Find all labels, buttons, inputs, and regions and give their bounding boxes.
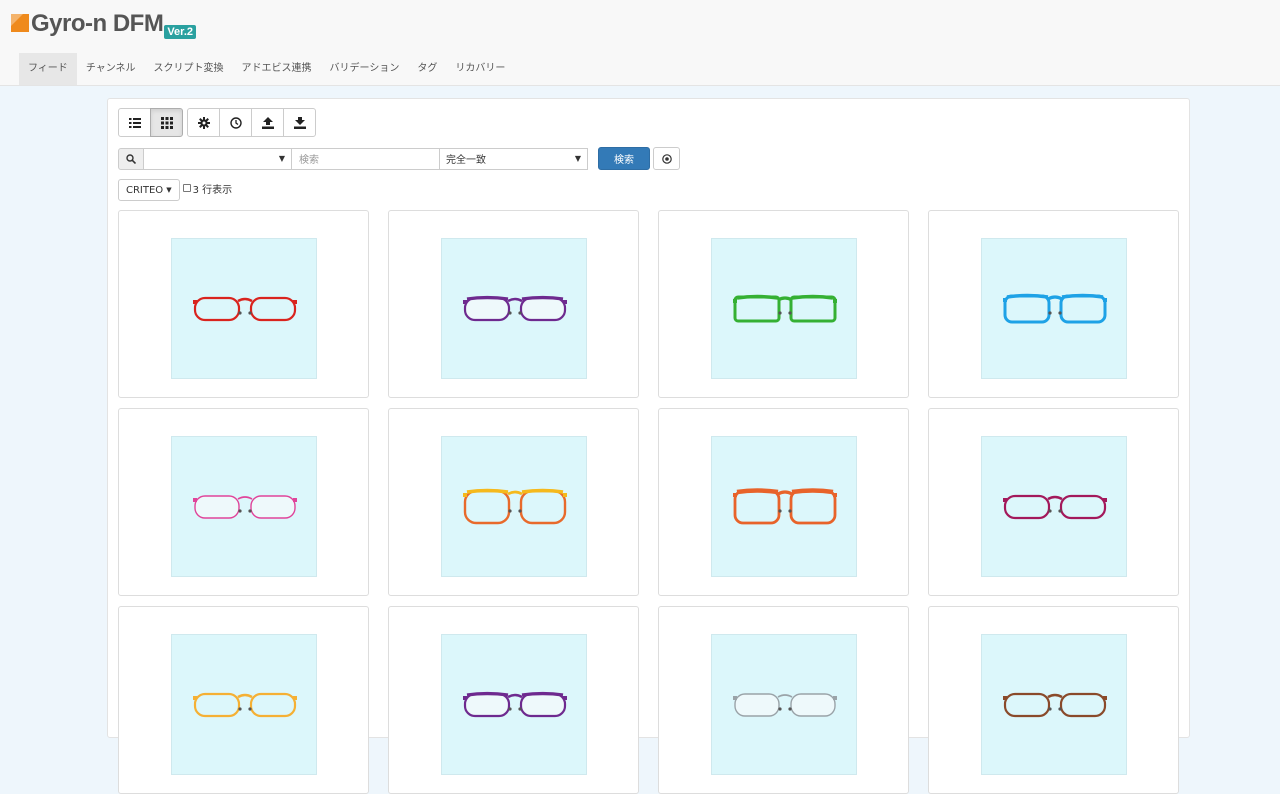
feed-panel: ▼ 検索 完全一致 ▼ 検索 CRITEO ▼ 3 行表示 xyxy=(107,98,1190,794)
grid-view-icon xyxy=(160,116,173,129)
product-image xyxy=(171,238,317,379)
three-line-label: 3 行表示 xyxy=(192,184,233,196)
glasses-icon xyxy=(1003,293,1107,324)
clear-search-button[interactable] xyxy=(653,147,680,170)
nav-tab-feed[interactable]: フィード xyxy=(19,53,77,85)
product-card[interactable] xyxy=(658,408,909,596)
product-card[interactable] xyxy=(658,210,909,398)
download-icon xyxy=(293,116,306,129)
glasses-icon xyxy=(1003,494,1107,520)
gear-icon xyxy=(197,116,210,129)
product-card[interactable] xyxy=(658,606,909,794)
feed-toolbar xyxy=(118,108,320,137)
search-bar: ▼ 検索 完全一致 ▼ 検索 xyxy=(118,147,680,170)
product-image xyxy=(711,634,857,775)
history-button[interactable] xyxy=(219,108,252,137)
settings-button[interactable] xyxy=(187,108,220,137)
caret-down-icon: ▼ xyxy=(166,186,172,194)
product-image xyxy=(981,436,1127,577)
chevron-down-icon: ▼ xyxy=(278,154,285,163)
history-clock-icon xyxy=(229,116,242,129)
glasses-icon xyxy=(1003,692,1107,718)
action-button-group xyxy=(187,108,316,137)
product-image xyxy=(441,436,587,577)
search-input-placeholder: 検索 xyxy=(299,155,319,166)
logo-mark-icon xyxy=(11,14,29,32)
chevron-down-icon: ▼ xyxy=(574,154,581,163)
main-nav: フィード チャンネル スクリプト変換 アドエビス連携 バリデーション タグ リカ… xyxy=(19,53,514,85)
search-field-select[interactable]: ▼ xyxy=(143,147,292,170)
match-type-select[interactable]: 完全一致 ▼ xyxy=(439,147,588,170)
nav-tab-adebis[interactable]: アドエビス連携 xyxy=(233,53,321,85)
product-image xyxy=(711,436,857,577)
clear-circle-icon xyxy=(661,153,672,164)
product-card[interactable] xyxy=(118,606,369,794)
glasses-icon xyxy=(193,296,297,322)
three-line-checkbox[interactable] xyxy=(182,184,191,192)
search-button[interactable]: 検索 xyxy=(598,147,650,170)
product-card[interactable] xyxy=(928,408,1179,596)
app-header: Gyro-n DFM Ver.2 フィード チャンネル スクリプト変換 アドエビ… xyxy=(0,0,1280,86)
search-icon xyxy=(126,153,136,164)
product-image xyxy=(171,634,317,775)
channel-dropdown-label: CRITEO xyxy=(126,184,164,196)
product-image xyxy=(981,238,1127,379)
glasses-icon xyxy=(733,488,837,525)
glasses-icon xyxy=(733,693,837,717)
view-toggle-group xyxy=(118,108,183,137)
channel-dropdown[interactable]: CRITEO ▼ xyxy=(118,179,180,201)
product-card[interactable] xyxy=(118,210,369,398)
product-card[interactable] xyxy=(928,210,1179,398)
list-view-icon xyxy=(128,117,141,128)
product-card[interactable] xyxy=(118,408,369,596)
app-logo[interactable]: Gyro-n DFM Ver.2 xyxy=(11,10,197,40)
download-button[interactable] xyxy=(283,108,316,137)
upload-icon xyxy=(261,116,274,129)
nav-tab-channel[interactable]: チャンネル xyxy=(77,53,145,85)
glasses-icon xyxy=(463,691,567,718)
display-options: CRITEO ▼ 3 行表示 xyxy=(118,179,232,201)
search-addon xyxy=(118,147,144,170)
list-view-button[interactable] xyxy=(118,108,151,137)
upload-button[interactable] xyxy=(251,108,284,137)
product-image xyxy=(441,634,587,775)
logo-text: Gyro-n DFM xyxy=(31,10,164,37)
glasses-icon xyxy=(463,295,567,322)
product-image xyxy=(171,436,317,577)
product-image xyxy=(711,238,857,379)
three-line-toggle[interactable]: 3 行表示 xyxy=(182,181,233,196)
product-card[interactable] xyxy=(388,408,639,596)
version-badge: Ver.2 xyxy=(164,25,197,39)
nav-tab-script-conversion[interactable]: スクリプト変換 xyxy=(145,53,233,85)
glasses-icon xyxy=(733,294,837,323)
product-card[interactable] xyxy=(388,210,639,398)
product-image xyxy=(981,634,1127,775)
search-input[interactable]: 検索 xyxy=(291,147,440,170)
glasses-icon xyxy=(463,488,567,525)
product-card[interactable] xyxy=(388,606,639,794)
glasses-icon xyxy=(193,692,297,718)
grid-view-button[interactable] xyxy=(150,108,183,137)
nav-tab-validation[interactable]: バリデーション xyxy=(321,53,409,85)
product-image xyxy=(441,238,587,379)
product-card[interactable] xyxy=(928,606,1179,794)
nav-tab-tag[interactable]: タグ xyxy=(408,53,446,85)
glasses-icon xyxy=(193,495,297,519)
nav-tab-recovery[interactable]: リカバリー xyxy=(446,53,514,85)
match-type-value: 完全一致 xyxy=(446,155,486,166)
